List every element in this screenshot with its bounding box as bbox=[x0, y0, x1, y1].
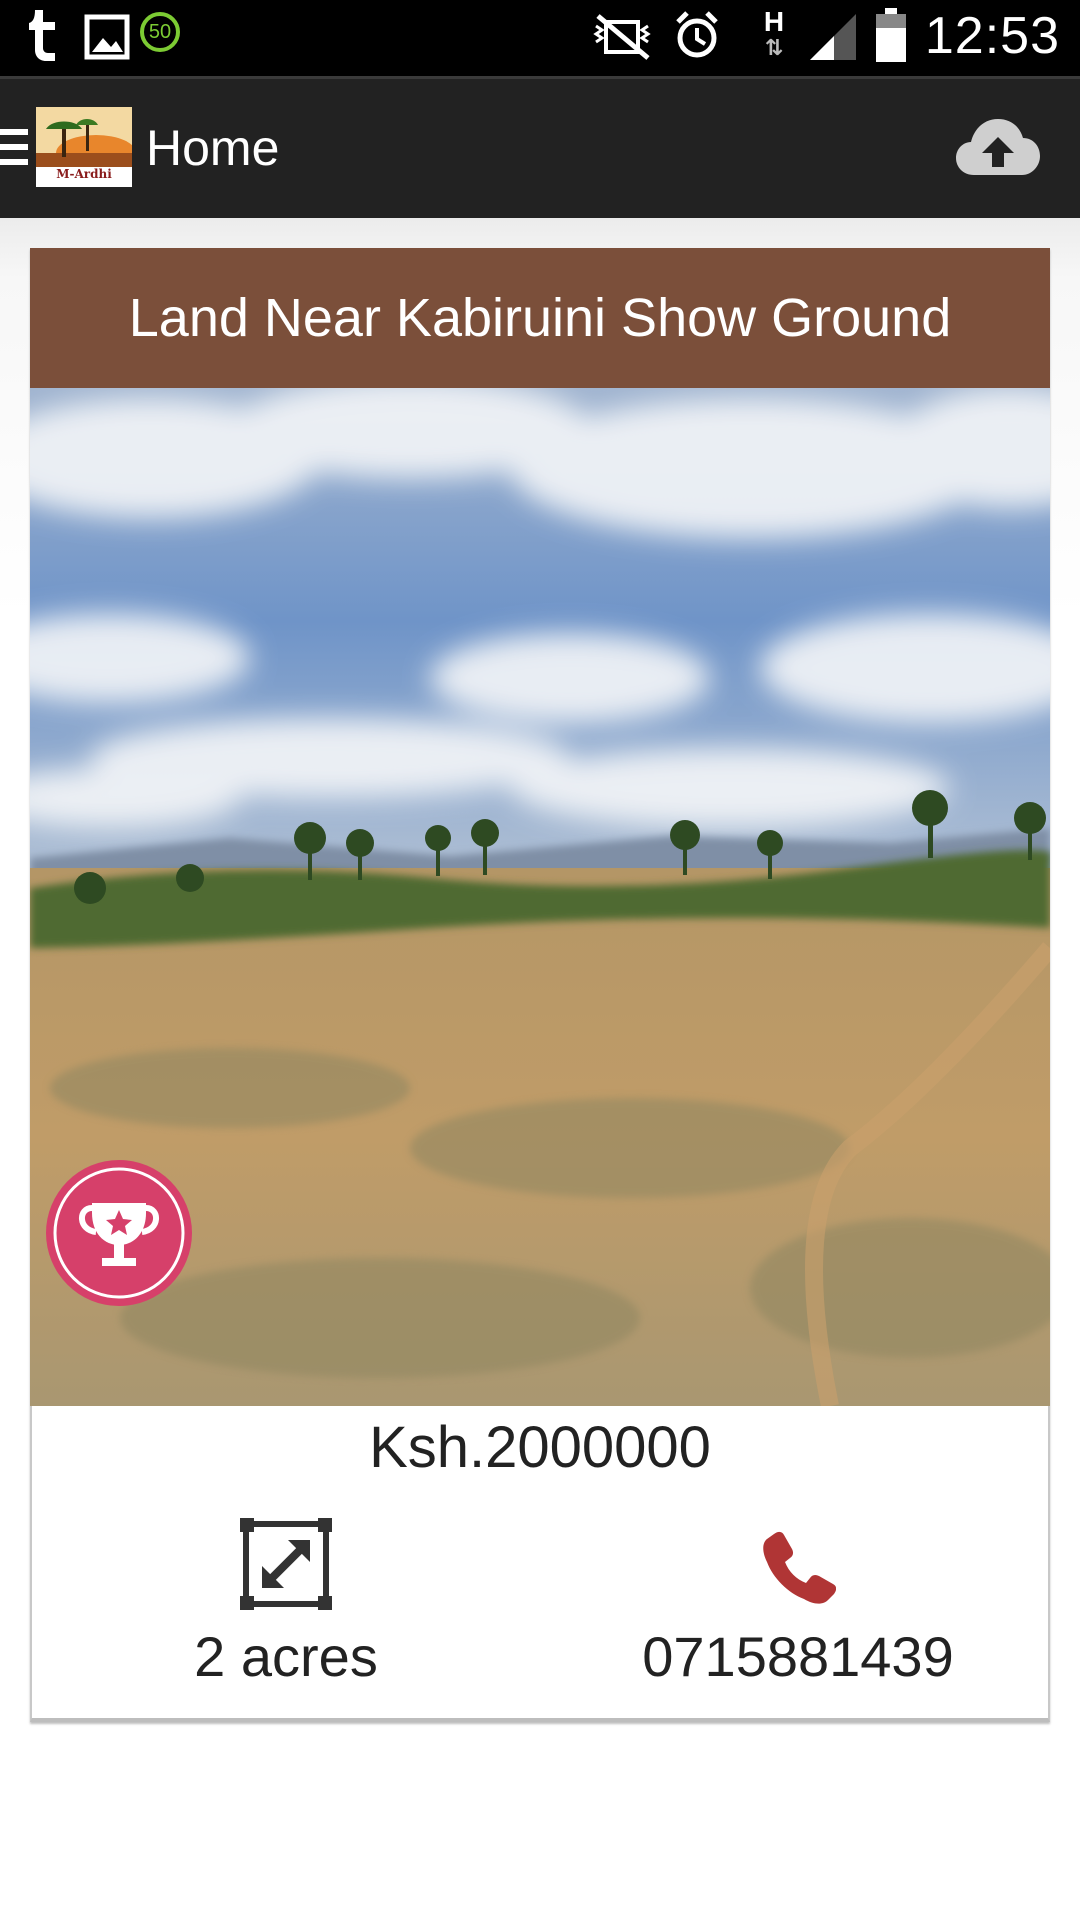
phone-icon[interactable] bbox=[760, 1530, 836, 1606]
page-title: Home bbox=[146, 120, 280, 176]
mute-icon bbox=[593, 14, 651, 60]
listing-page: Land Near Kabiruini Show Ground Ksh.2000… bbox=[0, 218, 1080, 1920]
tumblr-icon bbox=[29, 10, 55, 61]
hspa-data-icon: H ⇅ bbox=[763, 6, 785, 60]
app-logo[interactable]: M-Ardhi bbox=[36, 107, 132, 187]
network-type-label: H bbox=[763, 6, 785, 37]
gallery-icon bbox=[84, 14, 130, 60]
listing-photo[interactable] bbox=[30, 388, 1050, 1406]
app-bar: M-Ardhi Home bbox=[0, 76, 1080, 218]
listing-price: Ksh.2000000 bbox=[369, 1415, 711, 1480]
listing-phone[interactable]: 0715881439 bbox=[602, 1624, 994, 1689]
resize-icon bbox=[240, 1518, 332, 1610]
speed-50-label: 50 bbox=[148, 21, 172, 43]
trophy-badge-icon bbox=[46, 1160, 192, 1306]
cloud-upload-icon[interactable] bbox=[954, 115, 1042, 181]
battery-icon bbox=[876, 8, 906, 62]
alarm-icon bbox=[676, 11, 718, 58]
signal-icon bbox=[810, 14, 856, 60]
listing-title: Land Near Kabiruini Show Ground bbox=[30, 248, 1050, 388]
status-time: 12:53 bbox=[924, 7, 1060, 65]
speed-50-icon: 50 bbox=[140, 12, 180, 52]
listing-size: 2 acres bbox=[194, 1625, 378, 1688]
listing-card[interactable]: Land Near Kabiruini Show Ground Ksh.2000… bbox=[30, 248, 1050, 1722]
status-bar: 50 H ⇅ 12:53 bbox=[0, 0, 1080, 76]
menu-icon[interactable] bbox=[0, 129, 30, 171]
logo-text: M-Ardhi bbox=[56, 167, 112, 181]
listing-details: Ksh.2000000 2 acres 0715881439 bbox=[30, 1406, 1050, 1722]
